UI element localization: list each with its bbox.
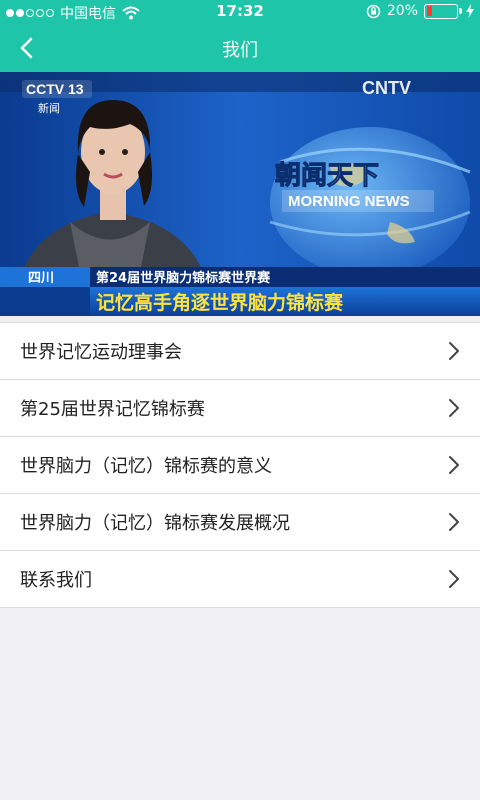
chevron-right-icon [449,513,459,531]
battery-percent: 20% [386,3,418,19]
chevron-right-icon [449,570,459,588]
battery-level [426,6,433,16]
charging-bolt-icon [466,4,474,18]
menu-item-label: 世界记忆运动理事会 [20,342,182,363]
menu-item-memory-council[interactable]: 世界记忆运动理事会 [0,323,480,380]
menu-item-label: 世界脑力（记忆）锦标赛的意义 [20,456,272,477]
menu-list: 世界记忆运动理事会 第25届世界记忆锦标赛 世界脑力（记忆）锦标赛的意义 世界脑… [0,322,480,608]
chevron-right-icon [449,456,459,474]
banner-image: CCTV 13 新闻 CNTV 朝闻天下 MORNING NEWS 四川 第24… [0,72,480,316]
menu-item-label: 世界脑力（记忆）锦标赛发展概况 [20,513,290,534]
menu-item-contact-us[interactable]: 联系我们 [0,551,480,608]
page-title: 我们 [222,40,258,61]
svg-text:新闻: 新闻 [38,101,60,115]
nav-bar: 我们 [0,24,480,72]
svg-text:朝闻天下: 朝闻天下 [275,160,379,191]
menu-item-development[interactable]: 世界脑力（记忆）锦标赛发展概况 [0,494,480,551]
caption-line-2: 记忆高手角逐世界脑力锦标赛 [96,291,344,314]
status-right: 20% [366,3,474,19]
caption-line-1: 第24届世界脑力锦标赛世界赛 [96,270,271,286]
status-bar: 中国电信 17:32 20% [0,0,480,24]
region-tag: 四川 [28,271,54,286]
svg-text:MORNING NEWS: MORNING NEWS [288,193,410,210]
svg-text:CCTV 13: CCTV 13 [26,81,84,97]
menu-item-25th-championship[interactable]: 第25届世界记忆锦标赛 [0,380,480,437]
battery-icon [424,3,462,19]
app-header: 中国电信 17:32 20% 我们 [0,0,480,72]
rotation-lock-icon [366,4,381,18]
menu-item-label: 第25届世界记忆锦标赛 [20,399,205,420]
news-broadcast-image: CCTV 13 新闻 CNTV 朝闻天下 MORNING NEWS 四川 第24… [0,72,480,316]
menu-item-significance[interactable]: 世界脑力（记忆）锦标赛的意义 [0,437,480,494]
chevron-right-icon [449,399,459,417]
chevron-right-icon [449,342,459,360]
cntv-watermark: CNTV [362,78,411,98]
menu-item-label: 联系我们 [20,570,92,591]
